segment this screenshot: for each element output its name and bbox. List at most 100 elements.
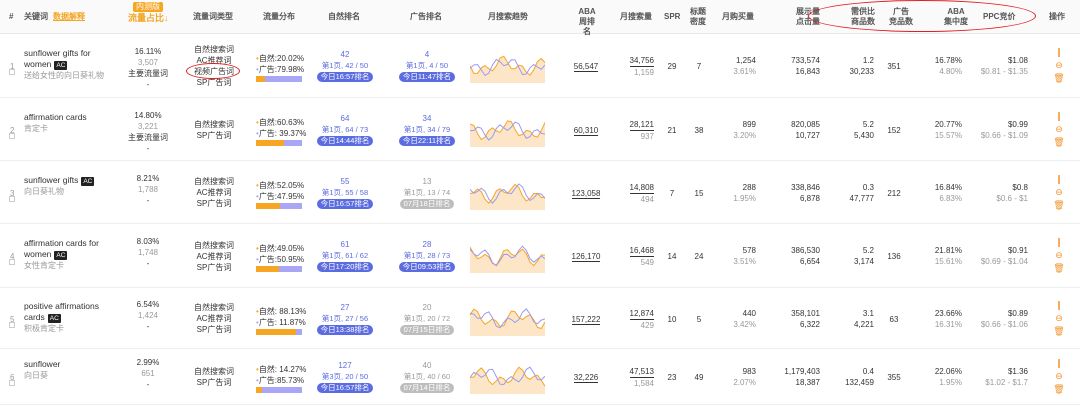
keyword-text[interactable]: positive affirmations cards <box>24 301 99 322</box>
aba-concentration: 22.06% <box>934 367 962 376</box>
row-checkbox[interactable] <box>9 132 15 139</box>
supply-demand-ratio: 0.4 <box>862 367 874 376</box>
monthly-search[interactable]: 14,808 <box>629 182 654 194</box>
traffic-dist-bar <box>256 266 302 272</box>
row-checkbox[interactable] <box>9 321 15 328</box>
organic-rank-time[interactable]: 今日17:20排名 <box>316 262 374 272</box>
minus-circle-icon[interactable]: ⊖ <box>1052 186 1066 199</box>
ad-rank-time[interactable]: 07月15日排名 <box>399 324 455 335</box>
organic-rank[interactable]: 55 <box>313 176 377 187</box>
table-row: 5 positive affirmations cards AC 积极肯定卡 6.… <box>0 288 1080 349</box>
organic-rank-time[interactable]: 今日14:44排名 <box>316 135 374 146</box>
clicks: 16,843 <box>795 67 820 76</box>
header-purchases[interactable]: 月购买量 <box>722 12 754 22</box>
chart-icon[interactable]: ❙ <box>1052 236 1066 249</box>
ad-rank-time[interactable]: 今日09:53排名 <box>398 262 456 272</box>
aba-rank[interactable]: 56,547 <box>573 62 599 72</box>
aba-rank[interactable]: 123,058 <box>571 188 601 199</box>
ad-products: 152 <box>887 125 901 135</box>
monthly-search[interactable]: 34,756 <box>629 55 654 67</box>
organic-rank-time[interactable]: 今日16:57排名 <box>316 198 374 209</box>
monthly-search[interactable]: 47,513 <box>629 366 654 378</box>
aba-rank[interactable]: 126,170 <box>571 252 601 262</box>
ad-rank[interactable]: 34 <box>395 113 459 124</box>
trash-icon[interactable]: 🗑 <box>1052 325 1066 338</box>
organic-rank-time[interactable]: 今日16:57排名 <box>316 383 374 393</box>
ad-rank[interactable]: 4 <box>395 49 459 60</box>
ad-rank-time[interactable]: 07月14日排名 <box>399 383 455 393</box>
ad-rank-time[interactable]: 今日22:11排名 <box>398 135 456 146</box>
ad-rank-time[interactable]: 07月18日排名 <box>399 198 455 209</box>
trash-icon[interactable]: 🗑 <box>1052 383 1066 396</box>
ad-rank[interactable]: 40 <box>395 360 459 371</box>
monthly-purchases: 1,254 <box>735 56 756 65</box>
header-trend: 月搜索趋势 <box>488 12 528 21</box>
organic-rank[interactable]: 61 <box>313 239 377 250</box>
search-trend-sparkline[interactable] <box>470 176 545 210</box>
header-spr[interactable]: SPR <box>664 12 680 22</box>
organic-rank[interactable]: 127 <box>313 360 377 371</box>
organic-page: 第1页, 42 / 50 <box>321 61 369 70</box>
search-trend-sparkline[interactable] <box>470 360 545 394</box>
traffic-share-count: 651 <box>141 369 155 378</box>
chart-icon[interactable]: ❙ <box>1052 357 1066 370</box>
minus-circle-icon[interactable]: ⊖ <box>1052 123 1066 136</box>
spr-value: 14 <box>667 252 677 261</box>
row-checkbox[interactable] <box>9 259 15 265</box>
purchase-rate: 3.42% <box>733 319 756 329</box>
row-checkbox[interactable] <box>9 380 15 386</box>
minus-circle-icon[interactable]: ⊖ <box>1052 249 1066 262</box>
chart-icon[interactable]: ❙ <box>1052 46 1066 59</box>
row-checkbox[interactable] <box>9 195 15 202</box>
ad-rank-time[interactable]: 今日11:47排名 <box>398 72 456 82</box>
keyword-text[interactable]: affirmation cards <box>24 112 87 122</box>
spr-value: 21 <box>667 125 677 135</box>
ad-rank[interactable]: 13 <box>395 176 459 187</box>
header-traffic-share[interactable]: 流量占比↓ <box>128 13 169 23</box>
chart-icon[interactable]: ❙ <box>1052 299 1066 312</box>
trash-icon[interactable]: 🗑 <box>1052 136 1066 149</box>
row-checkbox[interactable] <box>9 69 15 75</box>
traffic-extra: - <box>146 80 150 89</box>
chart-icon[interactable]: ❙ <box>1052 110 1066 123</box>
trash-icon[interactable]: 🗑 <box>1052 72 1066 85</box>
kw-type-tag: 自然搜索词 <box>194 240 234 250</box>
data-explain-link[interactable]: 数据解释 <box>53 12 85 22</box>
organic-rank[interactable]: 27 <box>313 302 377 313</box>
ad-rank[interactable]: 28 <box>395 239 459 250</box>
search-trend-sparkline[interactable] <box>470 302 545 336</box>
spr-value: 23 <box>667 373 677 382</box>
search-trend-sparkline[interactable] <box>470 49 545 83</box>
trash-icon[interactable]: 🗑 <box>1052 199 1066 212</box>
minus-circle-icon[interactable]: ⊖ <box>1052 312 1066 325</box>
aba-rank[interactable]: 32,226 <box>573 373 599 383</box>
search-trend-sparkline[interactable] <box>470 239 545 273</box>
trash-icon[interactable]: 🗑 <box>1052 262 1066 275</box>
organic-rank[interactable]: 42 <box>313 49 377 60</box>
aba-rank[interactable]: 60,310 <box>573 125 599 136</box>
traffic-share: 8.03% <box>136 237 160 246</box>
monthly-search[interactable]: 28,121 <box>629 119 654 131</box>
search-trend-sparkline[interactable] <box>470 113 545 147</box>
organic-rank-time[interactable]: 今日13:38排名 <box>316 324 374 335</box>
header-density[interactable]: 标题 密度 <box>688 7 708 27</box>
monthly-search[interactable]: 12,874 <box>629 308 654 320</box>
organic-rank[interactable]: 64 <box>313 113 377 124</box>
traffic-share-count: 3,221 <box>137 121 159 131</box>
purchase-rate: 1.95% <box>733 193 756 203</box>
minus-circle-icon[interactable]: ⊖ <box>1052 59 1066 72</box>
ac-badge: AC <box>54 61 68 70</box>
keyword-text[interactable]: sunflower <box>24 359 60 369</box>
monthly-search[interactable]: 16,468 <box>629 245 654 257</box>
traffic-share: 6.54% <box>136 299 160 309</box>
chart-icon[interactable]: ❙ <box>1052 173 1066 186</box>
header-monthly[interactable]: 月搜索量 <box>620 12 652 22</box>
keyword-text[interactable]: sunflower gifts <box>24 175 78 185</box>
minus-circle-icon[interactable]: ⊖ <box>1052 370 1066 383</box>
header-keyword[interactable]: 关键词 <box>24 12 48 22</box>
header-aba[interactable]: ABA 周排名 <box>576 7 598 37</box>
aba-concentration-2: 15.61% <box>934 257 962 266</box>
aba-rank[interactable]: 157,222 <box>571 314 601 325</box>
organic-rank-time[interactable]: 今日16:57排名 <box>316 72 374 82</box>
ad-rank[interactable]: 20 <box>395 302 459 313</box>
